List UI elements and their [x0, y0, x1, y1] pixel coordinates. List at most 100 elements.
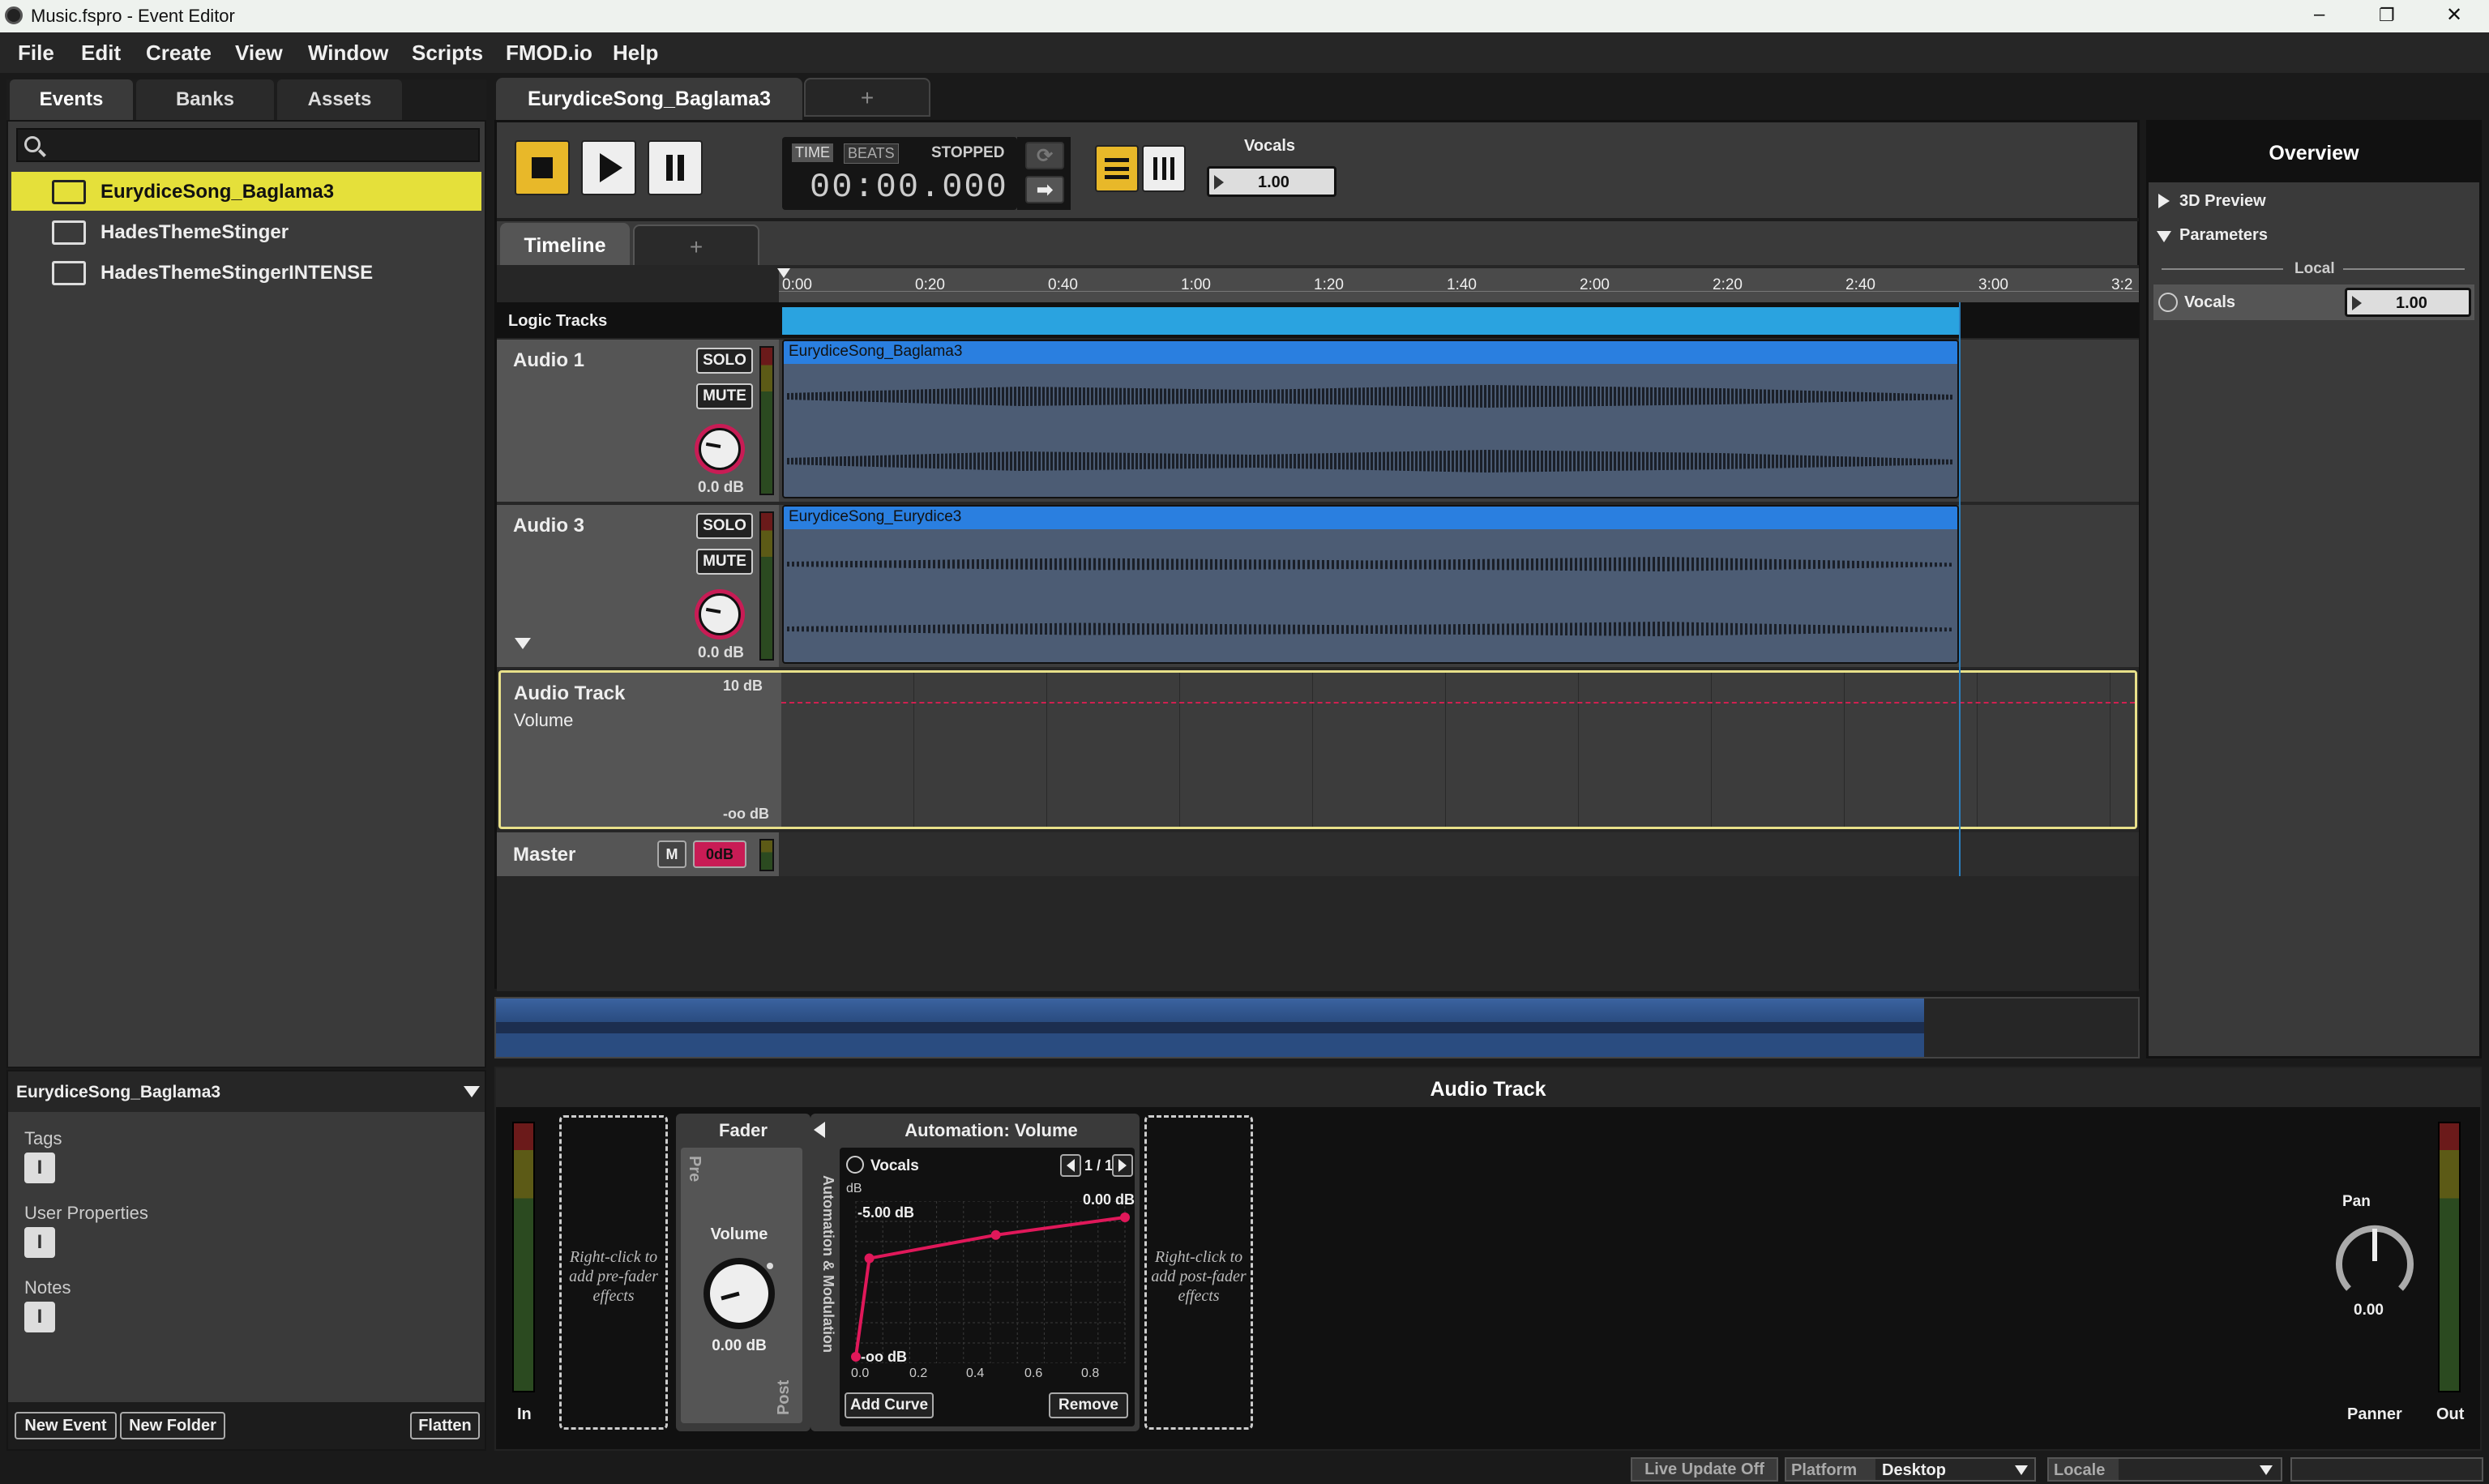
time-mode-button[interactable]: TIME [792, 143, 833, 162]
scroll-thumb[interactable] [496, 999, 1924, 1057]
parameters-label[interactable]: Parameters [2179, 226, 2268, 245]
locale-selector[interactable]: Locale [2047, 1457, 2282, 1482]
param-row[interactable]: Vocals 1.00 [2153, 284, 2474, 320]
timeline-add-tab[interactable]: + [633, 225, 759, 268]
preview-label[interactable]: 3D Preview [2179, 192, 2266, 211]
master-name: Master [513, 844, 576, 866]
list-view-button[interactable] [1095, 145, 1139, 192]
chevron-down-icon[interactable] [464, 1086, 480, 1097]
master-volume-field[interactable]: 0dB [693, 840, 746, 868]
tab-banks[interactable]: Banks [136, 79, 274, 120]
user-properties-label: User Properties [24, 1203, 148, 1223]
volume-knob[interactable] [695, 589, 745, 639]
automation-curve[interactable] [851, 1201, 1130, 1363]
grid-view-button[interactable] [1142, 145, 1186, 192]
timeline-scrollbar[interactable] [494, 997, 2140, 1058]
prev-curve-button[interactable] [1060, 1154, 1081, 1177]
menu-edit[interactable]: Edit [81, 41, 121, 66]
event-item-selected[interactable]: EurydiceSong_Baglama3 [11, 172, 481, 211]
curve-point[interactable] [851, 1352, 861, 1362]
tags-edit-icon[interactable]: I [24, 1153, 55, 1183]
maximize-button[interactable]: ❐ [2379, 5, 2395, 26]
new-event-button[interactable]: New Event [15, 1412, 117, 1439]
next-curve-button[interactable] [1112, 1154, 1133, 1177]
menu-create[interactable]: Create [146, 41, 212, 66]
preview-expand-icon[interactable] [2158, 194, 2170, 208]
platform-selector[interactable]: Platform Desktop [1785, 1457, 2036, 1482]
automation-title: Automation: Volume [905, 1120, 1078, 1140]
parameters-collapse-icon[interactable] [2157, 231, 2171, 242]
menu-fmodio[interactable]: FMOD.io [506, 41, 592, 66]
automation-lane[interactable]: Audio Track Volume 10 dB -oo dB [498, 670, 2137, 829]
menu-file[interactable]: File [18, 41, 54, 66]
beats-mode-button[interactable]: BEATS [844, 143, 899, 164]
param-value-field[interactable]: 1.00 [2345, 288, 2471, 317]
vocals-param-field[interactable]: 1.00 [1207, 166, 1336, 197]
pre-fader-effects-slot[interactable]: Right-click to add pre-fader effects [559, 1115, 668, 1430]
loop-button[interactable]: ⟳ [1025, 142, 1064, 169]
event-item[interactable]: HadesThemeStinger [11, 212, 481, 251]
new-folder-button[interactable]: New Folder [120, 1412, 225, 1439]
tab-timeline[interactable]: Timeline [500, 223, 630, 268]
track-audio-1[interactable]: Audio 1 SOLO MUTE 0.0 dB EurydiceSong_Ba… [497, 340, 2139, 502]
menu-bar: File Edit Create View Window Scripts FMO… [0, 32, 2489, 73]
event-item[interactable]: HadesThemeStingerINTENSE [11, 253, 481, 292]
properties-header: EurydiceSong_Baglama3 [8, 1071, 485, 1112]
timeline-ruler[interactable]: 0:00 0:20 0:40 1:00 1:20 1:40 2:00 2:20 … [777, 268, 2139, 302]
fader-volume-value: 0.00 dB [712, 1337, 767, 1354]
close-button[interactable]: ✕ [2446, 3, 2462, 27]
menu-help[interactable]: Help [613, 41, 658, 66]
timeline-loop-region[interactable] [782, 307, 1959, 335]
search-input[interactable] [16, 128, 480, 162]
menu-view[interactable]: View [235, 41, 283, 66]
follow-button[interactable]: ➡ [1025, 176, 1064, 203]
remove-curve-button[interactable]: Remove [1049, 1392, 1128, 1418]
curve-point[interactable] [1120, 1212, 1130, 1222]
event-label: HadesThemeStinger [101, 221, 289, 243]
user-properties-edit-icon[interactable]: I [24, 1227, 55, 1258]
volume-knob[interactable] [695, 424, 745, 474]
notes-edit-icon[interactable]: I [24, 1302, 55, 1332]
ruler-tick: 0:20 [915, 276, 945, 293]
curve-point[interactable] [990, 1230, 1001, 1240]
fader-volume-knob[interactable] [699, 1253, 780, 1334]
tab-add[interactable]: + [804, 78, 930, 117]
track-audio-3[interactable]: Audio 3 SOLO MUTE 0.0 dB EurydiceSong_Eu… [497, 505, 2139, 667]
menu-scripts[interactable]: Scripts [412, 41, 483, 66]
waveform [787, 557, 1954, 571]
master-track[interactable]: Master M 0dB [497, 832, 2139, 876]
pause-button[interactable] [648, 140, 703, 195]
mute-button[interactable]: MUTE [696, 383, 753, 409]
tab-events[interactable]: Events [10, 79, 133, 120]
master-mute-button[interactable]: M [657, 840, 686, 868]
curve-page: 1 / 1 [1084, 1157, 1114, 1174]
solo-button[interactable]: SOLO [696, 348, 753, 374]
logic-tracks-label: Logic Tracks [508, 312, 608, 330]
menu-window[interactable]: Window [308, 41, 388, 66]
curve-y-right: 0.00 dB [1083, 1191, 1135, 1208]
fader-module: Fader Pre Volume 0.00 dB Post [676, 1114, 810, 1431]
automation-expand-icon[interactable] [515, 638, 531, 649]
audio-clip[interactable]: EurydiceSong_Baglama3 [782, 340, 1959, 498]
mute-button[interactable]: MUTE [696, 549, 753, 575]
play-button[interactable] [581, 140, 636, 195]
audio-clip[interactable]: EurydiceSong_Eurydice3 [782, 505, 1959, 664]
tab-assets[interactable]: Assets [277, 79, 402, 120]
collapse-left-icon[interactable] [814, 1122, 825, 1138]
flatten-button[interactable]: Flatten [410, 1412, 480, 1439]
curve-point[interactable] [864, 1253, 875, 1264]
play-small-icon [1214, 175, 1224, 190]
solo-button[interactable]: SOLO [696, 513, 753, 539]
automation-param-name: Volume [514, 710, 574, 730]
post-fader-effects-slot[interactable]: Right-click to add post-fader effects [1144, 1115, 1253, 1430]
live-update-button[interactable]: Live Update Off [1631, 1457, 1778, 1482]
event-editor: TIME BEATS STOPPED 00:00.000 ⟳ ➡ Vocals … [494, 120, 2140, 991]
tab-event[interactable]: EurydiceSong_Baglama3 [496, 78, 802, 120]
stop-button[interactable] [515, 140, 570, 195]
minimize-button[interactable]: – [2314, 3, 2324, 26]
fader-knob-icon [704, 1258, 775, 1329]
pan-knob[interactable] [2333, 1219, 2417, 1303]
pan-value: 0.00 [2354, 1302, 2384, 1319]
add-curve-button[interactable]: Add Curve [845, 1392, 934, 1418]
curve-unit: dB [846, 1182, 862, 1195]
